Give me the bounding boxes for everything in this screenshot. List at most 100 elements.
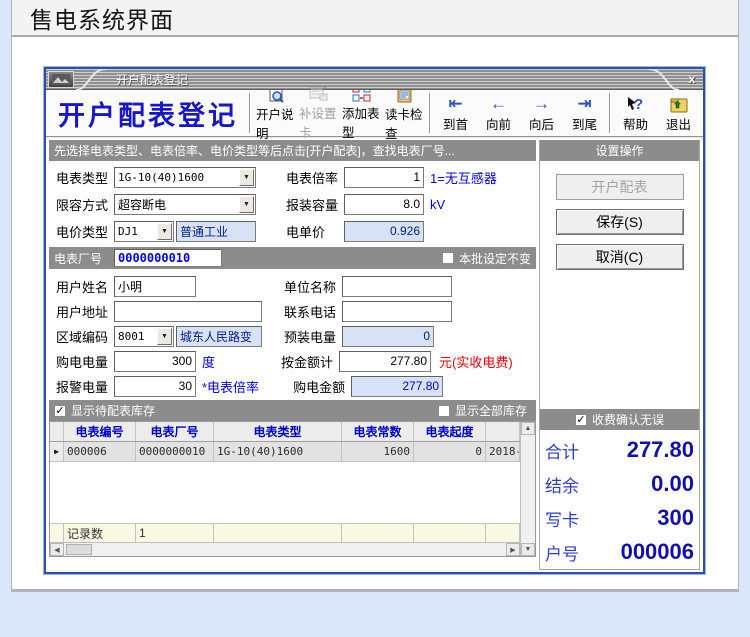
cancel-button[interactable]: 取消(C) — [556, 244, 684, 270]
phone-input[interactable] — [342, 301, 452, 322]
price-type-dropdown[interactable]: DJ1 — [114, 221, 174, 242]
chevron-down-icon[interactable] — [157, 223, 172, 240]
unit-name-input[interactable] — [342, 276, 452, 297]
settings-panel-header: 设置操作 — [540, 140, 699, 161]
area-code-dropdown[interactable]: 8001 — [114, 326, 174, 347]
unit-price-value: 0.926 — [390, 224, 420, 238]
area-code-label: 区域编码 — [56, 327, 114, 346]
go-first-button[interactable]: ⇤ 到首 — [434, 91, 477, 135]
scroll-down-icon[interactable]: ▼ — [521, 543, 535, 556]
cell-constant: 1600 — [342, 442, 414, 461]
factory-no-input[interactable]: 0000000010 — [114, 249, 222, 267]
total-row: 合计 277.80 — [545, 433, 694, 467]
dialog-body: 先选择电表类型、电表倍率、电价类型等后点击[开户配表]，查找电表厂号... 电表… — [46, 138, 703, 572]
area-code-value: 8001 — [118, 330, 145, 343]
purchase-amt-value: 277.80 — [402, 379, 439, 393]
purchase-amt-field: 277.80 — [351, 376, 443, 397]
header-marker-cell — [50, 422, 64, 441]
add-meter-type-button[interactable]: 添加表型 — [340, 91, 383, 135]
col-header-meter-type[interactable]: 电表类型 — [214, 422, 342, 441]
page-title: 售电系统界面 — [30, 1, 174, 35]
toolbar-separator — [249, 93, 251, 133]
show-pending-stock-checkbox[interactable] — [54, 405, 66, 417]
limit-mode-label: 限容方式 — [56, 195, 114, 214]
alarm-qty-input[interactable]: 30 — [114, 376, 196, 397]
horizontal-scrollbar[interactable]: ◀ ▶ — [50, 542, 520, 556]
by-amount-value: 277.80 — [390, 354, 427, 368]
col-header-constant[interactable]: 电表常数 — [342, 422, 414, 441]
limit-mode-dropdown[interactable]: 超容断电 — [114, 194, 256, 215]
svg-text:+: + — [323, 85, 327, 92]
save-button-label: 保存(S) — [596, 212, 643, 232]
toolbar-button-label: 补设置卡 — [299, 103, 338, 141]
scroll-left-icon[interactable]: ◀ — [50, 543, 64, 556]
exit-button[interactable]: 退出 — [657, 91, 700, 135]
record-count-value: 1 — [136, 524, 214, 542]
chevron-down-icon[interactable] — [239, 196, 254, 213]
user-name-input[interactable]: 小明 — [114, 276, 196, 297]
limit-mode-value: 超容断电 — [118, 196, 166, 213]
user-addr-input[interactable] — [114, 301, 262, 322]
go-next-button[interactable]: → 向后 — [520, 91, 563, 135]
by-amount-input[interactable]: 277.80 — [339, 351, 431, 372]
card-add-icon: *+ — [309, 85, 328, 102]
price-type-desc: 普通工业 — [176, 221, 256, 242]
settings-panel: 设置操作 开户配表 保存(S) 取消(C) 收费确认无误 — [539, 140, 700, 570]
by-amount-label: 按金额计 — [281, 352, 339, 371]
close-icon[interactable]: x — [681, 72, 703, 86]
scroll-up-icon[interactable]: ▲ — [521, 422, 535, 435]
row-marker-icon — [50, 442, 64, 461]
cell-meter-no: 000006 — [64, 442, 136, 461]
purchase-amt-label: 购电金额 — [293, 377, 351, 396]
show-all-stock-checkbox[interactable] — [438, 405, 450, 417]
fee-confirm-checkbox[interactable] — [575, 414, 587, 426]
read-card-check-button[interactable]: 读卡检查 — [383, 91, 426, 135]
unit-price-label: 电单价 — [286, 222, 344, 241]
customer-form: 用户姓名 小明 单位名称 用户地址 联 — [49, 269, 536, 400]
dialog-heading: 开户配表登记 — [50, 94, 246, 133]
toolbar-button-label: 到首 — [443, 114, 468, 133]
go-previous-button[interactable]: ← 向前 — [477, 91, 520, 135]
show-all-stock-label: 显示全部库存 — [455, 402, 527, 419]
chevron-down-icon[interactable] — [239, 169, 254, 186]
account-meter-dialog: 开户配表登记 x 开户配表登记 开户说明 *+ 补设置卡 — [44, 67, 705, 574]
preinstalled-field: 0 — [342, 326, 434, 347]
col-header-meter-no[interactable]: 电表编号 — [64, 422, 136, 441]
footer-empty-cell — [486, 524, 520, 542]
settings-panel-title: 设置操作 — [595, 142, 643, 159]
content-card: 售电系统界面 开户配表登记 x 开户配表登记 开户说明 — [11, 0, 739, 590]
form-row: 用户地址 联系电话 — [56, 300, 536, 322]
area-code-desc: 城东人民路变 — [176, 326, 262, 347]
fee-confirm-label: 收费确认无误 — [592, 411, 664, 428]
write-card-label: 写卡 — [545, 506, 579, 531]
meter-type-dropdown[interactable]: 1G-10(40)1600 — [114, 167, 256, 188]
go-last-button[interactable]: ⇥ 到尾 — [563, 91, 606, 135]
capacity-label: 报装容量 — [286, 195, 344, 214]
form-row: 限容方式 超容断电 报装容量 8.0 kV — [56, 193, 536, 215]
col-header-factory-no[interactable]: 电表厂号 — [136, 422, 214, 441]
col-header-extra[interactable] — [486, 422, 520, 441]
save-button[interactable]: 保存(S) — [556, 209, 684, 235]
scroll-right-icon[interactable]: ▶ — [506, 543, 520, 556]
col-header-start-reading[interactable]: 电表起度 — [414, 422, 486, 441]
batch-lock-checkbox[interactable] — [442, 252, 454, 264]
chevron-down-icon[interactable] — [157, 328, 172, 345]
factory-no-value: 0000000010 — [118, 251, 190, 265]
capacity-input[interactable]: 8.0 — [344, 194, 424, 215]
footer-empty-cell — [214, 524, 342, 542]
price-type-label: 电价类型 — [56, 222, 114, 241]
dialog-titlebar[interactable]: 开户配表登记 x — [46, 69, 703, 90]
purchase-qty-label: 购电电量 — [56, 352, 114, 371]
horizontal-scroll-thumb[interactable] — [66, 544, 92, 555]
help-button[interactable]: ? 帮助 — [614, 91, 657, 135]
purchase-qty-input[interactable]: 300 — [114, 351, 196, 372]
titlebar-curve-left — [74, 69, 108, 90]
ratio-input[interactable]: 1 — [344, 167, 424, 188]
window-title: 开户配表登记 — [116, 71, 188, 88]
table-row[interactable]: 000006 0000000010 1G-10(40)1600 1600 0 2… — [50, 442, 520, 462]
form-row: 购电电量 300 度 按金额计 277.80 元(实收电费) — [56, 350, 536, 372]
balance-value: 0.00 — [651, 471, 694, 497]
open-instructions-button[interactable]: 开户说明 — [254, 91, 297, 135]
balance-label: 结余 — [545, 472, 579, 497]
vertical-scrollbar[interactable]: ▲ ▼ — [520, 422, 535, 556]
